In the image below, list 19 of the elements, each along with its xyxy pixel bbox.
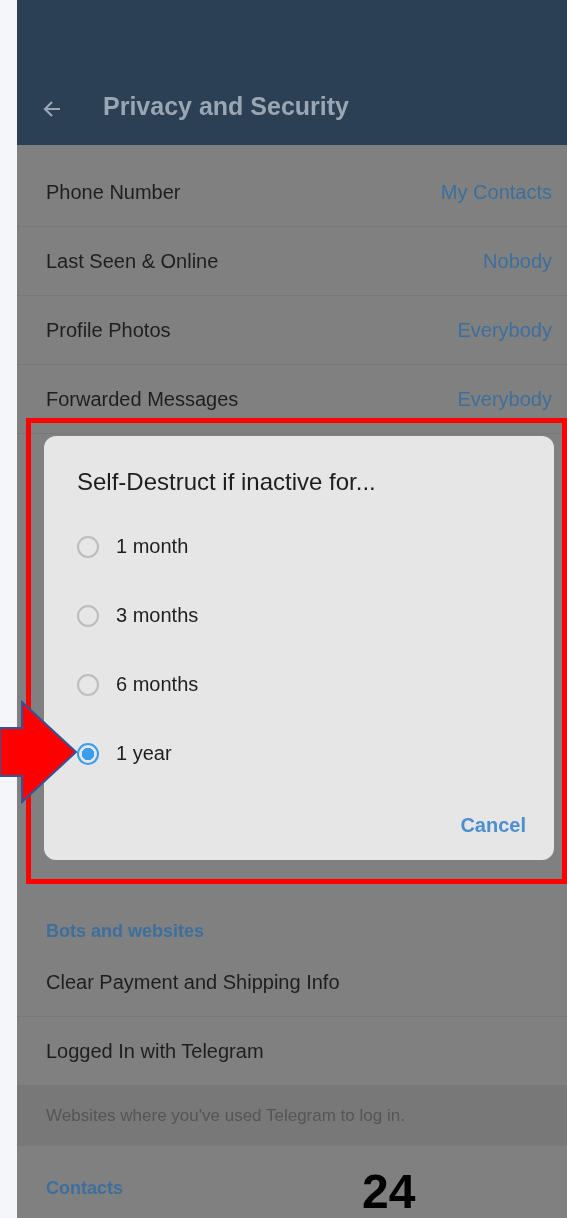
- cancel-button[interactable]: Cancel: [458, 810, 528, 841]
- page-number: 24: [362, 1166, 416, 1218]
- radio-button[interactable]: [77, 535, 99, 558]
- option-label[interactable]: 6 months: [116, 673, 199, 696]
- radio-button[interactable]: [77, 673, 99, 696]
- settings-row[interactable]: Forwarded Messages Everybody: [17, 365, 567, 434]
- radio-button[interactable]: [77, 604, 99, 627]
- settings-row[interactable]: Clear Payment and Shipping Info: [17, 948, 567, 1017]
- settings-row[interactable]: Profile Photos Everybody: [17, 296, 567, 365]
- settings-row[interactable]: Phone Number My Contacts: [17, 158, 567, 227]
- screen-title: Privacy and Security: [103, 91, 349, 121]
- option-label[interactable]: 1 year: [116, 742, 172, 765]
- option-label[interactable]: 1 month: [116, 535, 189, 558]
- section-header: Contacts: [46, 1177, 123, 1194]
- option-label[interactable]: 3 months: [116, 604, 199, 627]
- settings-row[interactable]: Last Seen & Online Nobody: [17, 227, 567, 296]
- radio-button[interactable]: [77, 742, 99, 765]
- dialog-title: Self-Destruct if inactive for...: [77, 467, 377, 497]
- section-header: Bots and websites: [46, 920, 205, 943]
